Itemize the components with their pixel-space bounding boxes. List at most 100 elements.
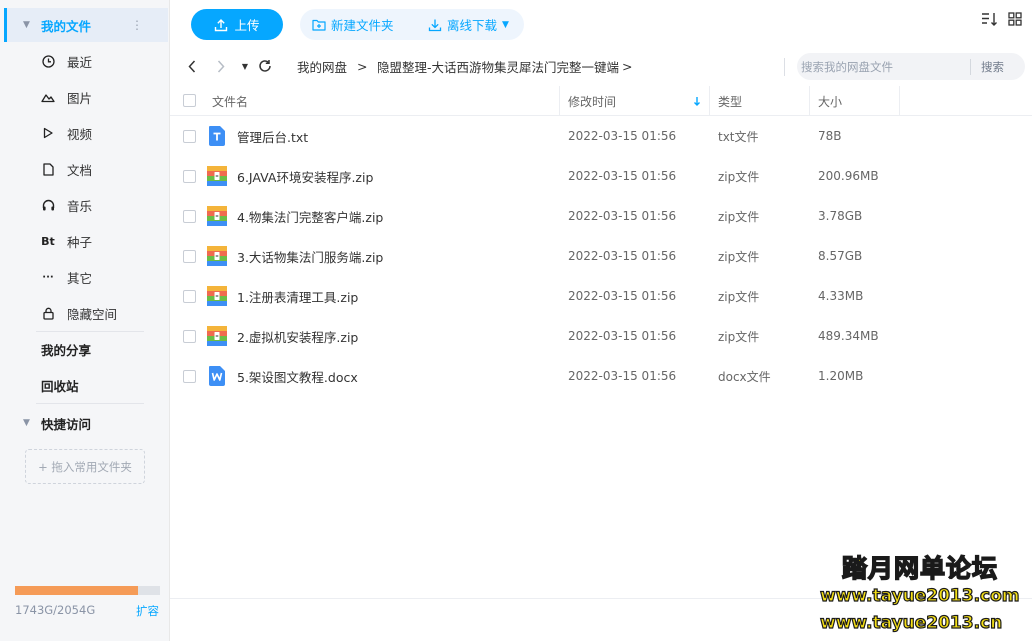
sidebar-section-my-files[interactable]: ▼ 我的文件 ⋮ xyxy=(5,8,168,42)
drag-folder-dropzone[interactable]: + 拖入常用文件夹 xyxy=(25,449,145,484)
refresh-icon[interactable] xyxy=(257,57,273,75)
sidebar-item-label: 音乐 xyxy=(67,198,93,214)
zip-file-icon xyxy=(207,246,227,266)
new-folder-button[interactable]: 新建文件夹 xyxy=(312,9,394,40)
file-modified-time: 2022-03-15 01:56 xyxy=(568,289,677,303)
sidebar-item-torrents[interactable]: Bt 种子 xyxy=(40,226,92,256)
file-name[interactable]: 3.大话物集法门服务端.zip xyxy=(237,236,383,276)
file-name[interactable]: 管理后台.txt xyxy=(237,116,308,156)
sidebar-item-label: 文档 xyxy=(67,162,93,178)
breadcrumb-root[interactable]: 我的网盘 xyxy=(297,57,347,75)
word-file-icon xyxy=(207,366,227,386)
file-size: 78B xyxy=(818,129,842,143)
file-name[interactable]: 5.架设图文教程.docx xyxy=(237,356,358,396)
zip-file-icon xyxy=(207,206,227,226)
sidebar-item-my-share[interactable]: 我的分享 xyxy=(41,334,91,364)
file-table-header: 文件名 修改时间 类型 大小 xyxy=(170,86,1032,116)
row-checkbox[interactable] xyxy=(183,290,196,303)
document-icon xyxy=(40,161,56,177)
more-options-icon[interactable]: ⋮ xyxy=(131,18,143,32)
search-box: 搜索 xyxy=(797,53,1025,80)
sidebar-item-hidden-space[interactable]: 隐藏空间 xyxy=(40,298,117,328)
row-checkbox[interactable] xyxy=(183,130,196,143)
column-separator[interactable] xyxy=(709,86,710,116)
sidebar-section-quick-access[interactable]: ▼ 快捷访问 xyxy=(5,406,168,440)
upload-button[interactable]: 上传 xyxy=(191,9,283,40)
file-name[interactable]: 1.注册表清理工具.zip xyxy=(237,276,358,316)
file-type: zip文件 xyxy=(718,169,760,184)
sidebar-section-title: 我的文件 xyxy=(41,18,92,34)
collapse-triangle-icon[interactable]: ▼ xyxy=(23,20,33,30)
file-row[interactable]: 2.虚拟机安装程序.zip 2022-03-15 01:56 zip文件 489.34… xyxy=(170,316,1032,356)
file-row[interactable]: 6.JAVA环境安装程序.zip 2022-03-15 01:56 zip文件 200… xyxy=(170,156,1032,196)
search-button[interactable]: 搜索 xyxy=(981,59,1004,75)
file-size: 1.20MB xyxy=(818,369,864,383)
file-row[interactable]: 3.大话物集法门服务端.zip 2022-03-15 01:56 zip文件 8.57… xyxy=(170,236,1032,276)
file-type: zip文件 xyxy=(718,249,760,264)
collapse-triangle-icon[interactable]: ▼ xyxy=(23,418,33,428)
column-header-modified[interactable]: 修改时间 xyxy=(568,86,616,116)
row-checkbox[interactable] xyxy=(183,250,196,263)
column-header-name[interactable]: 文件名 xyxy=(212,86,248,116)
file-modified-time: 2022-03-15 01:56 xyxy=(568,329,677,343)
file-type: txt文件 xyxy=(718,129,759,144)
storage-quota-text: 1743G/2054G xyxy=(15,603,96,617)
sort-order-icon[interactable] xyxy=(981,12,998,27)
breadcrumb-separator: > xyxy=(622,58,633,74)
expand-storage-link[interactable]: 扩容 xyxy=(136,603,159,619)
sidebar-item-label: 最近 xyxy=(67,54,93,70)
row-checkbox[interactable] xyxy=(183,370,196,383)
zip-file-icon xyxy=(207,326,227,346)
column-separator[interactable] xyxy=(559,86,560,116)
row-checkbox[interactable] xyxy=(183,330,196,343)
sidebar-item-label: 隐藏空间 xyxy=(67,306,118,322)
sidebar-item-music[interactable]: 音乐 xyxy=(40,190,92,220)
history-dropdown-icon[interactable]: ▼ xyxy=(239,57,251,75)
sidebar-item-videos[interactable]: 视频 xyxy=(40,118,92,148)
sidebar-divider xyxy=(36,331,144,332)
sidebar-item-recent[interactable]: 最近 xyxy=(40,46,92,76)
dropdown-caret-icon[interactable]: ▼ xyxy=(502,20,509,30)
watermark-url: www.tayue2013.com xyxy=(819,585,1020,606)
upload-button-label: 上传 xyxy=(234,18,260,33)
row-checkbox[interactable] xyxy=(183,210,196,223)
breadcrumb-current-folder[interactable]: 隐盟整理-大话西游物集灵犀法门完整一键端 xyxy=(377,57,619,75)
back-icon[interactable] xyxy=(185,57,199,75)
column-header-type[interactable]: 类型 xyxy=(718,86,742,116)
sidebar-item-others[interactable]: ··· 其它 xyxy=(40,262,92,292)
column-separator[interactable] xyxy=(809,86,810,116)
sidebar-divider xyxy=(36,403,144,404)
file-name[interactable]: 2.虚拟机安装程序.zip xyxy=(237,316,358,356)
sidebar-item-label: 视频 xyxy=(67,126,93,142)
file-row[interactable]: 管理后台.txt 2022-03-15 01:56 txt文件 78B xyxy=(170,116,1032,156)
file-type: zip文件 xyxy=(718,289,760,304)
grid-view-icon[interactable] xyxy=(1008,12,1022,26)
file-type: zip文件 xyxy=(718,209,760,224)
file-row[interactable]: 1.注册表清理工具.zip 2022-03-15 01:56 zip文件 4.33MB xyxy=(170,276,1032,316)
select-all-checkbox[interactable] xyxy=(183,94,196,107)
column-separator[interactable] xyxy=(899,86,900,116)
sidebar-item-recycle-bin[interactable]: 回收站 xyxy=(41,370,79,400)
file-row[interactable]: 4.物集法门完整客户端.zip 2022-03-15 01:56 zip文件 3.78… xyxy=(170,196,1032,236)
watermark-title: 踏月网单论坛 xyxy=(841,553,999,584)
download-icon xyxy=(428,18,442,32)
file-type: docx文件 xyxy=(718,369,771,384)
column-header-size[interactable]: 大小 xyxy=(818,86,842,116)
new-folder-icon xyxy=(312,19,326,31)
search-input[interactable] xyxy=(798,59,970,74)
file-modified-time: 2022-03-15 01:56 xyxy=(568,209,677,223)
file-name[interactable]: 4.物集法门完整客户端.zip xyxy=(237,196,383,236)
row-checkbox[interactable] xyxy=(183,170,196,183)
sort-desc-arrow-icon[interactable] xyxy=(693,86,701,116)
forward-icon[interactable] xyxy=(214,57,228,75)
sidebar-item-images[interactable]: 图片 xyxy=(40,82,92,112)
video-icon xyxy=(40,125,56,141)
file-name[interactable]: 6.JAVA环境安装程序.zip xyxy=(237,156,373,196)
sidebar-item-label: 图片 xyxy=(67,90,93,106)
zip-file-icon xyxy=(207,166,227,186)
breadcrumb-separator: > xyxy=(357,58,368,74)
sidebar-item-documents[interactable]: 文档 xyxy=(40,154,92,184)
file-size: 3.78GB xyxy=(818,209,863,223)
file-row[interactable]: 5.架设图文教程.docx 2022-03-15 01:56 docx文件 1.20M… xyxy=(170,356,1032,396)
offline-download-button[interactable]: 离线下载 ▼ xyxy=(428,9,509,40)
